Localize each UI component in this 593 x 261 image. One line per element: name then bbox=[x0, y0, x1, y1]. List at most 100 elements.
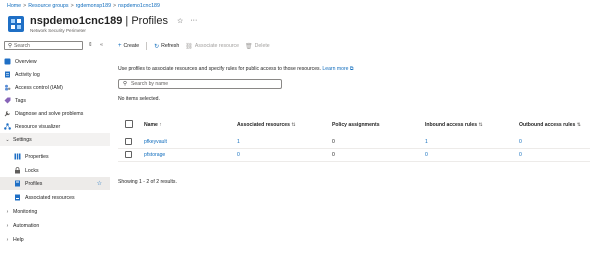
sidebar-item-properties[interactable]: Properties bbox=[0, 150, 110, 163]
chevron-down-icon: ⌄ bbox=[5, 136, 10, 143]
breadcrumb-resource-group[interactable]: rgdemonsp189 bbox=[76, 3, 111, 9]
sidebar-item-iam[interactable]: Access control (IAM) bbox=[0, 81, 110, 94]
sidebar: ⚲ Search ⇕ « Overview Activity log Acces… bbox=[0, 40, 110, 261]
associated-count-link[interactable]: 0 bbox=[237, 152, 240, 158]
select-all-checkbox[interactable] bbox=[125, 120, 133, 128]
sidebar-item-diagnose[interactable]: Diagnose and solve problems bbox=[0, 107, 110, 120]
breadcrumb-resource-groups[interactable]: Resource groups bbox=[28, 3, 68, 9]
associate-label: Associate resource bbox=[194, 43, 240, 49]
sidebar-item-label: Help bbox=[13, 236, 24, 243]
lock-icon bbox=[14, 167, 21, 174]
sidebar-item-label: Monitoring bbox=[13, 208, 38, 215]
sidebar-group-monitoring[interactable]: › Monitoring bbox=[0, 205, 110, 218]
search-placeholder: Search by name bbox=[131, 81, 169, 87]
search-by-name-input[interactable]: ⚲ Search by name bbox=[118, 79, 282, 89]
activity-log-icon bbox=[4, 71, 11, 78]
column-label: Associated resources bbox=[237, 122, 290, 128]
delete-label: Delete bbox=[254, 43, 270, 49]
create-button[interactable]: + Create bbox=[118, 43, 139, 49]
overview-icon bbox=[4, 58, 11, 65]
sidebar-item-label: Associated resources bbox=[25, 194, 75, 201]
profiles-table: Name ↑ Associated resources ⇅ Policy ass… bbox=[118, 115, 590, 162]
sidebar-item-overview[interactable]: Overview bbox=[0, 55, 110, 68]
outbound-count-link[interactable]: 0 bbox=[519, 139, 522, 145]
associate-resource-button[interactable]: ⛓ Associate resource bbox=[185, 43, 239, 50]
title-divider: | bbox=[122, 14, 132, 27]
column-header-name[interactable]: Name ↑ bbox=[144, 122, 162, 128]
sidebar-group-settings[interactable]: ⌄ Settings bbox=[0, 133, 110, 146]
sidebar-item-label: Locks bbox=[25, 167, 39, 174]
resource-type: Network Security Perimeter bbox=[30, 28, 86, 33]
outbound-count-link[interactable]: 0 bbox=[519, 152, 522, 158]
sidebar-item-locks[interactable]: Locks bbox=[0, 164, 110, 177]
results-count: Showing 1 - 2 of 2 results. bbox=[118, 179, 177, 185]
sidebar-item-activity-log[interactable]: Activity log bbox=[0, 68, 110, 81]
column-header-outbound[interactable]: Outbound access rules ⇅ bbox=[519, 122, 581, 128]
sidebar-item-associated-resources[interactable]: Associated resources bbox=[0, 191, 110, 204]
description-text: Use profiles to associate resources and … bbox=[118, 66, 321, 72]
row-checkbox[interactable] bbox=[125, 138, 132, 145]
breadcrumb-separator: > bbox=[113, 3, 117, 9]
profiles-description: Use profiles to associate resources and … bbox=[118, 66, 354, 73]
sort-icon: ⇅ bbox=[478, 122, 483, 128]
sidebar-item-label: Overview bbox=[15, 58, 37, 65]
selection-status: No items selected. bbox=[118, 96, 160, 102]
sidebar-item-label: Activity log bbox=[15, 71, 40, 78]
tag-icon bbox=[4, 97, 11, 104]
breadcrumb-separator: > bbox=[23, 3, 27, 9]
sidebar-search-input[interactable]: ⚲ Search bbox=[4, 41, 83, 50]
sidebar-group-automation[interactable]: › Automation bbox=[0, 219, 110, 232]
search-icon: ⚲ bbox=[8, 42, 13, 49]
blade-title: Profiles bbox=[131, 14, 168, 27]
sidebar-options-icon[interactable]: ⇕ bbox=[88, 42, 93, 48]
collapse-sidebar-icon[interactable]: « bbox=[100, 42, 103, 48]
column-header-policy: Policy assignments bbox=[332, 122, 380, 128]
table-header: Name ↑ Associated resources ⇅ Policy ass… bbox=[118, 115, 590, 136]
wrench-icon bbox=[4, 110, 11, 117]
table-row: pfstorage 0 0 0 0 bbox=[118, 149, 590, 162]
breadcrumb-separator: > bbox=[70, 3, 74, 9]
profile-name-link[interactable]: pfstorage bbox=[144, 152, 165, 158]
associated-count-link[interactable]: 1 bbox=[237, 139, 240, 145]
properties-icon bbox=[14, 153, 21, 160]
breadcrumb-resource[interactable]: nspdemo1cnc189 bbox=[118, 3, 160, 9]
column-label: Policy assignments bbox=[332, 122, 380, 128]
sort-icon: ⇅ bbox=[291, 122, 296, 128]
command-bar: + Create ↻ Refresh ⛓ Associate resource … bbox=[118, 41, 270, 51]
delete-button[interactable]: 🗑 Delete bbox=[245, 43, 270, 50]
sidebar-item-label: Properties bbox=[25, 153, 49, 160]
breadcrumb-home[interactable]: Home bbox=[7, 3, 21, 9]
row-checkbox[interactable] bbox=[125, 151, 132, 158]
trash-icon: 🗑 bbox=[245, 43, 253, 50]
chevron-right-icon: › bbox=[6, 222, 9, 229]
profile-name-link[interactable]: pfkeyvault bbox=[144, 139, 167, 145]
sidebar-group-help[interactable]: › Help bbox=[0, 233, 110, 246]
column-header-inbound[interactable]: Inbound access rules ⇅ bbox=[425, 122, 483, 128]
learn-more-label: Learn more bbox=[322, 66, 349, 72]
inbound-count-link[interactable]: 1 bbox=[425, 139, 428, 145]
sidebar-item-label: Access control (IAM) bbox=[15, 84, 63, 91]
learn-more-link[interactable]: Learn more ⧉ bbox=[322, 66, 353, 72]
policy-count: 0 bbox=[332, 139, 335, 145]
network-security-perimeter-icon bbox=[7, 15, 25, 33]
column-header-associated[interactable]: Associated resources ⇅ bbox=[237, 122, 296, 128]
ellipsis-icon[interactable]: ··· bbox=[190, 17, 197, 24]
sidebar-item-label: Profiles bbox=[25, 180, 43, 187]
page-title: nspdemo1cnc189 | Profiles bbox=[30, 15, 168, 27]
sidebar-item-profiles[interactable]: Profiles ☆ bbox=[0, 177, 110, 190]
favorite-star-icon[interactable]: ☆ bbox=[97, 180, 102, 187]
inbound-count-link[interactable]: 0 bbox=[425, 152, 428, 158]
link-icon: ⛓ bbox=[185, 43, 193, 50]
sidebar-item-label: Settings bbox=[13, 136, 32, 143]
sort-ascending-icon: ↑ bbox=[159, 122, 162, 128]
iam-icon bbox=[4, 84, 11, 91]
sidebar-item-label: Automation bbox=[13, 222, 40, 229]
sidebar-item-tags[interactable]: Tags bbox=[0, 94, 110, 107]
table-row: pfkeyvault 1 0 1 0 bbox=[118, 136, 590, 149]
toolbar-divider bbox=[146, 42, 148, 50]
chevron-right-icon: › bbox=[6, 208, 9, 215]
sidebar-item-resource-visualizer[interactable]: Resource visualizer bbox=[0, 120, 110, 133]
star-outline-icon[interactable]: ☆ bbox=[177, 17, 183, 25]
refresh-button[interactable]: ↻ Refresh bbox=[154, 43, 179, 50]
breadcrumb: Home > Resource groups > rgdemonsp189 > nspdem… bbox=[7, 3, 160, 9]
